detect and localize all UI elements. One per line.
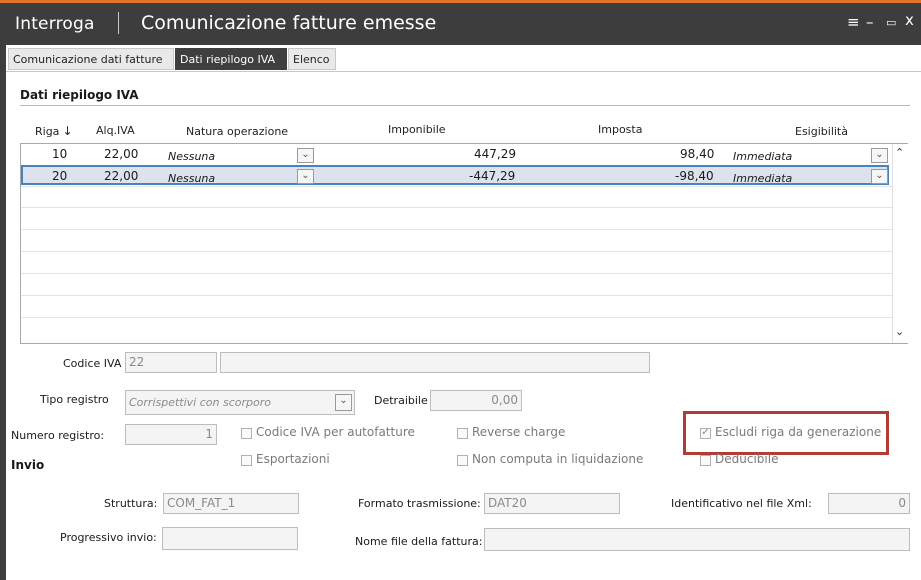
- codice-iva-field[interactable]: 22: [125, 352, 217, 373]
- column-header-natura[interactable]: Natura operazione: [186, 125, 288, 138]
- grid-scrollbar[interactable]: [892, 144, 908, 343]
- title-separator: [118, 12, 119, 34]
- formato-trasmissione-field[interactable]: DAT20: [484, 493, 620, 514]
- column-header-riga[interactable]: Riga ↓: [35, 124, 73, 138]
- cell-natura[interactable]: Nessuna: [168, 150, 215, 163]
- nome-file-label: Nome file della fattura:: [355, 535, 483, 548]
- cell-imposta[interactable]: -98,40: [675, 169, 714, 183]
- detraibile-field[interactable]: 0,00: [430, 390, 522, 411]
- non-computa-checkbox[interactable]: [457, 455, 468, 466]
- column-header-aliquota[interactable]: Alq.IVA: [96, 124, 135, 137]
- tipo-registro-chevron-icon[interactable]: ⌄: [335, 394, 352, 411]
- natura-dropdown-chevron-icon[interactable]: ⌄: [297, 169, 314, 184]
- detraibile-label: Detraibile: [374, 394, 428, 407]
- tab-comunicazione-dati-fatture[interactable]: Comunicazione dati fatture: [8, 48, 174, 70]
- grid-line: [21, 207, 893, 208]
- codice-iva-label: Codice IVA: [63, 357, 122, 370]
- progressivo-invio-field[interactable]: [162, 527, 298, 550]
- numero-registro-field[interactable]: 1: [125, 424, 217, 445]
- section-title: Dati riepilogo IVA: [20, 88, 139, 102]
- esigibilita-dropdown-chevron-icon[interactable]: ⌄: [871, 169, 888, 184]
- natura-dropdown-chevron-icon[interactable]: ⌄: [297, 148, 314, 163]
- tab-underline: [6, 71, 921, 72]
- minimize-icon[interactable]: –: [866, 13, 874, 31]
- scroll-up-icon[interactable]: ⌃: [895, 146, 904, 159]
- identificativo-field[interactable]: 0: [828, 493, 910, 514]
- title-bar: [0, 3, 921, 45]
- section-divider: [20, 105, 910, 106]
- maximize-icon[interactable]: ▭: [886, 16, 896, 29]
- deducibile-label: Deducibile: [715, 452, 779, 466]
- codice-iva-autofatture-label: Codice IVA per autofatture: [256, 425, 415, 439]
- column-header-imposta[interactable]: Imposta: [598, 123, 642, 136]
- cell-imponibile[interactable]: -447,29: [469, 169, 515, 183]
- grid-line: [21, 251, 893, 252]
- grid-line: [21, 273, 893, 274]
- sort-arrow-icon: ↓: [62, 124, 73, 138]
- cell-natura[interactable]: Nessuna: [168, 172, 215, 185]
- formato-trasmissione-label: Formato trasmissione:: [358, 497, 481, 510]
- progressivo-invio-label: Progressivo invio:: [60, 531, 157, 544]
- cell-aliquota[interactable]: 22,00: [104, 169, 138, 183]
- grid-line: [21, 317, 893, 318]
- invio-title: Invio: [11, 458, 45, 472]
- non-computa-label: Non computa in liquidazione: [472, 452, 644, 466]
- tipo-registro-label: Tipo registro: [40, 393, 109, 406]
- column-header-esigibilita[interactable]: Esigibilità: [795, 125, 848, 138]
- numero-registro-label: Numero registro:: [11, 429, 105, 442]
- esportazioni-label: Esportazioni: [256, 452, 330, 466]
- esigibilita-dropdown-chevron-icon[interactable]: ⌄: [871, 148, 888, 163]
- window-title: Comunicazione fatture emesse: [141, 12, 437, 34]
- tipo-registro-select[interactable]: Corrispettivi con scorporo: [125, 390, 355, 415]
- grid-line: [21, 295, 893, 296]
- cell-esigibilita[interactable]: Immediata: [733, 172, 792, 185]
- window-left-border: [0, 45, 6, 580]
- identificativo-label: Identificativo nel file Xml:: [671, 497, 812, 510]
- struttura-field[interactable]: COM_FAT_1: [163, 493, 299, 514]
- grid-line: [21, 186, 893, 187]
- scroll-down-icon[interactable]: ⌄: [895, 325, 904, 338]
- close-icon[interactable]: x: [905, 11, 914, 29]
- tab-dati-riepilogo-iva[interactable]: Dati riepilogo IVA: [175, 48, 287, 70]
- cell-aliquota[interactable]: 22,00: [104, 147, 138, 161]
- grid-line: [21, 229, 893, 230]
- cell-imposta[interactable]: 98,40: [680, 147, 714, 161]
- nome-file-field[interactable]: [484, 528, 910, 551]
- window-section: Interroga: [15, 14, 95, 34]
- cell-esigibilita[interactable]: Immediata: [733, 150, 792, 163]
- deducibile-checkbox[interactable]: [700, 455, 711, 466]
- codice-iva-description-field[interactable]: [220, 352, 650, 373]
- cell-imponibile[interactable]: 447,29: [474, 147, 516, 161]
- codice-iva-autofatture-checkbox[interactable]: [241, 428, 252, 439]
- struttura-label: Struttura:: [104, 497, 158, 510]
- menu-icon[interactable]: ≡: [847, 13, 860, 31]
- column-header-imponibile[interactable]: Imponibile: [388, 123, 446, 136]
- cell-riga[interactable]: 20: [52, 169, 67, 183]
- esportazioni-checkbox[interactable]: [241, 455, 252, 466]
- reverse-charge-checkbox[interactable]: [457, 428, 468, 439]
- highlight-box: [683, 411, 889, 455]
- tab-elenco[interactable]: Elenco: [288, 48, 336, 70]
- reverse-charge-label: Reverse charge: [472, 425, 566, 439]
- cell-riga[interactable]: 10: [52, 147, 67, 161]
